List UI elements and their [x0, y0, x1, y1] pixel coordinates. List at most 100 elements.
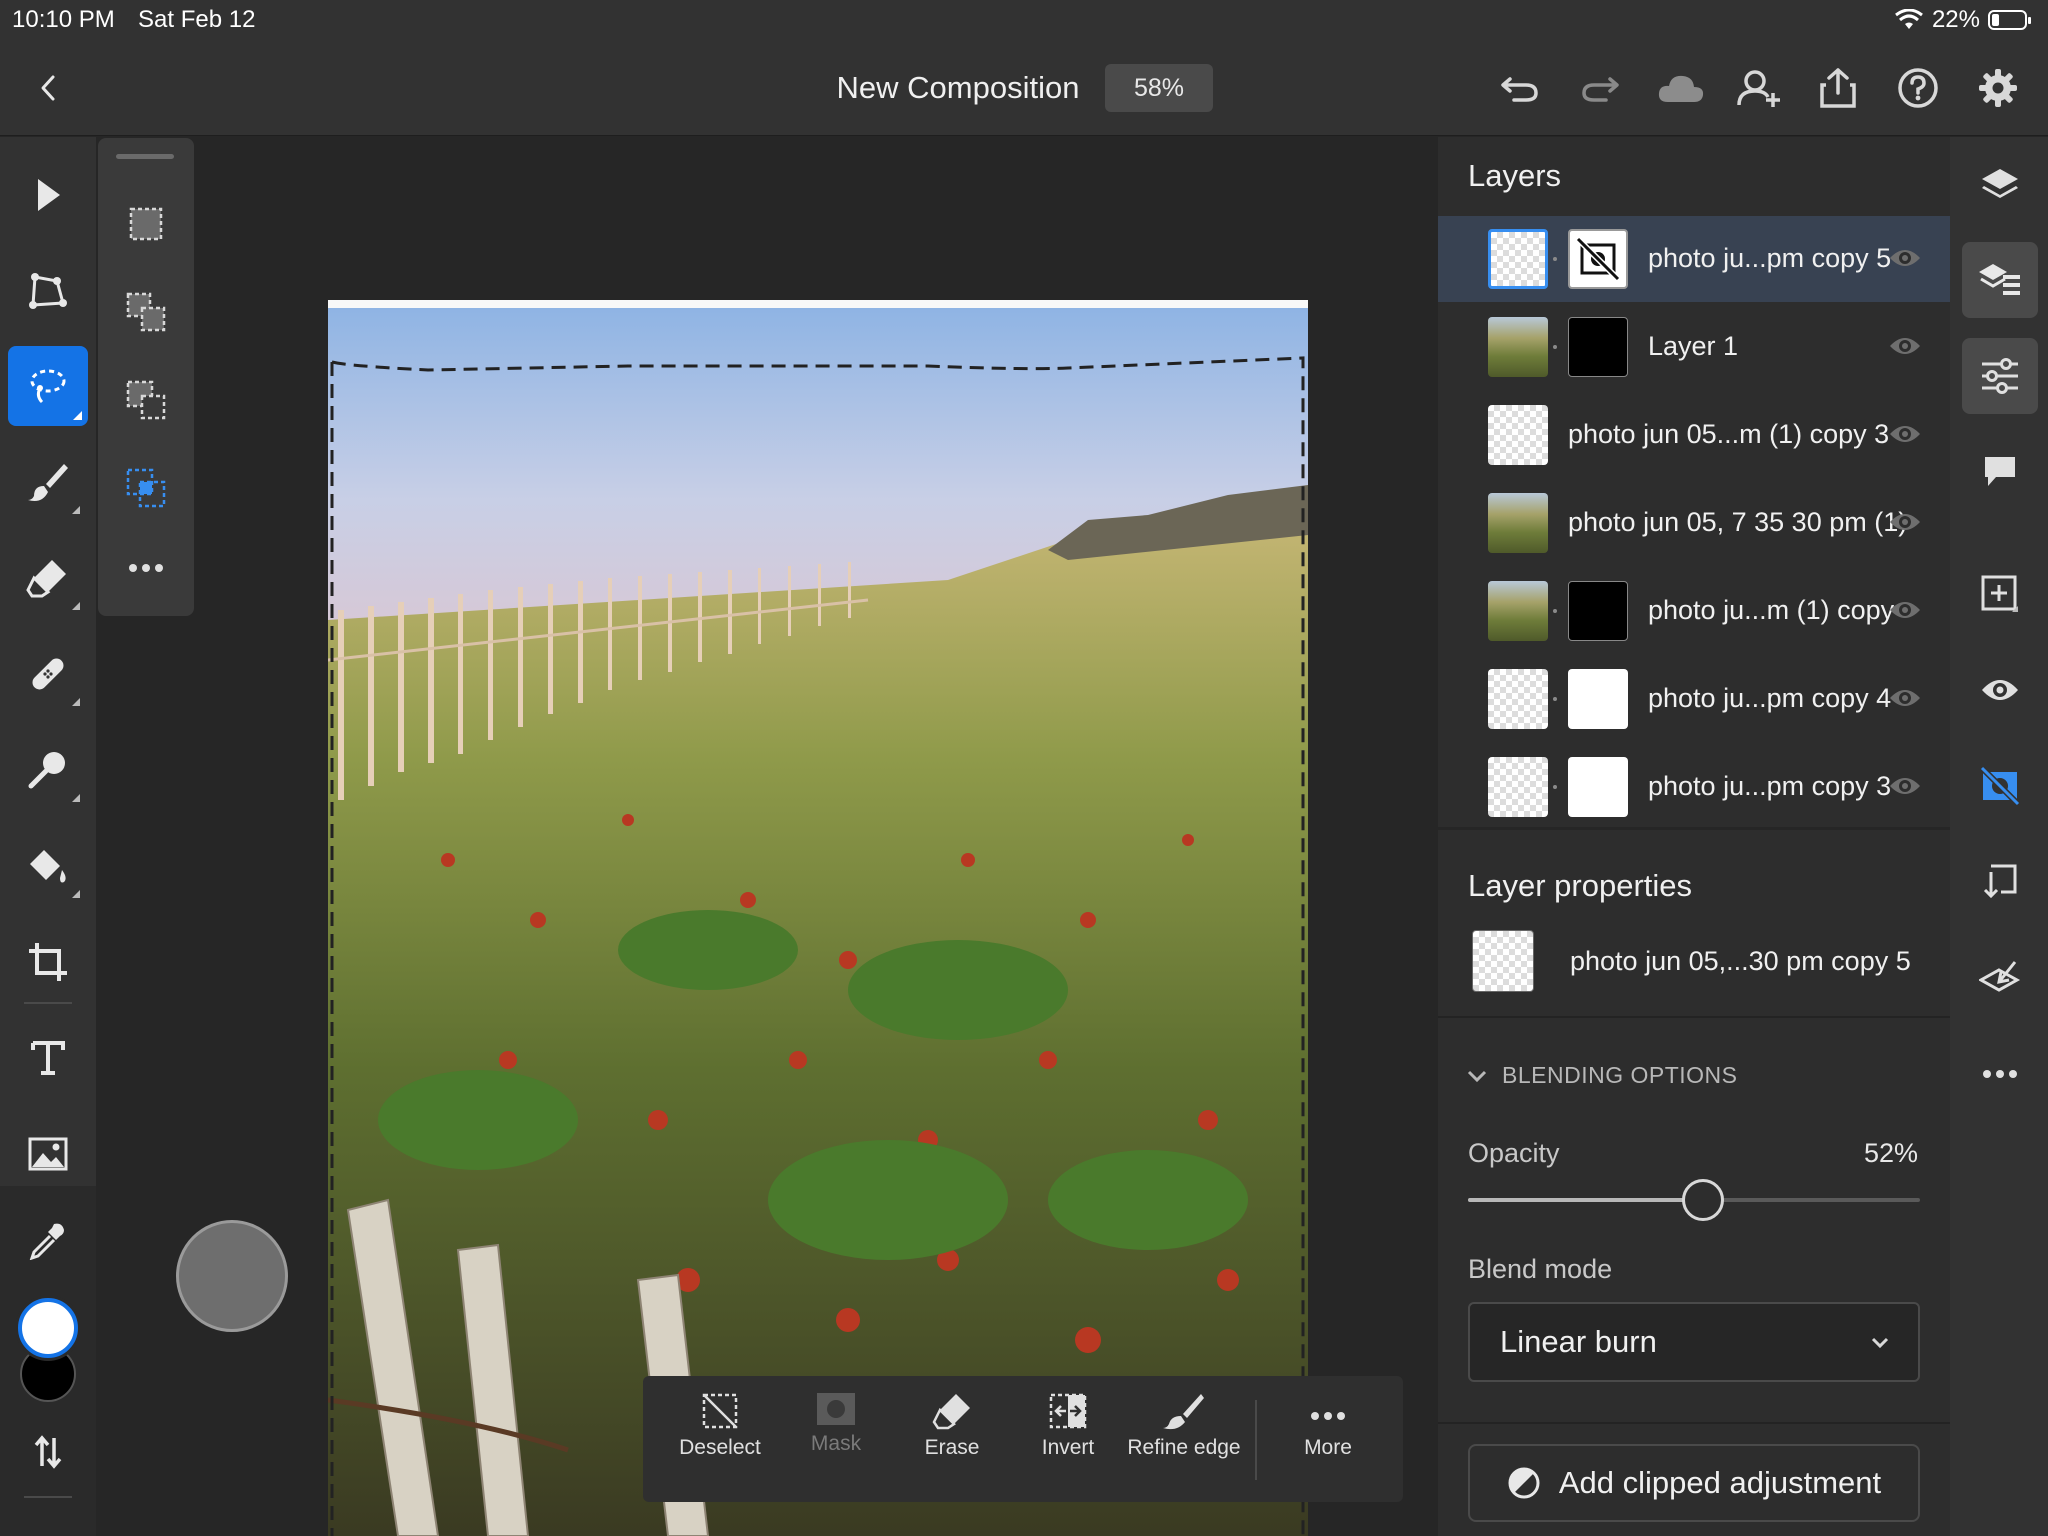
undo-icon [1501, 77, 1538, 102]
clip-layer-rail-button[interactable] [1962, 844, 2038, 920]
add-selection-button[interactable] [108, 274, 184, 350]
battery-percent: 22% [1931, 6, 1980, 33]
hide-mask-rail-button[interactable] [1962, 748, 2038, 824]
select-tool[interactable] [8, 155, 88, 235]
selection-intersect-icon [126, 468, 166, 508]
layer-row[interactable]: photo jun 05...m (1) copy 3 [1438, 392, 1950, 478]
layer-row[interactable]: photo ju...pm copy 5 [1438, 216, 1950, 302]
layer-list-icon [1979, 264, 2020, 295]
submenu-indicator [73, 411, 82, 420]
lasso-select-tool[interactable] [8, 346, 88, 426]
redo-button[interactable] [1578, 66, 1622, 110]
submenu-indicator [72, 506, 80, 514]
brush-size-preview[interactable] [176, 1220, 288, 1332]
layer-name: photo ju...pm copy 5 [1648, 243, 1892, 273]
smudge-tool[interactable] [8, 730, 88, 810]
add-clipped-adjustment-button[interactable]: Add clipped adjustment [1468, 1444, 1920, 1522]
blend-mode-dropdown[interactable]: Linear burn [1468, 1302, 1920, 1382]
layer-row[interactable]: photo ju...pm copy 4 [1438, 656, 1950, 742]
refine-edge-icon [1163, 1394, 1204, 1430]
chevron-down-icon [1871, 1337, 1889, 1349]
place-image-tool[interactable] [8, 1114, 88, 1194]
layer-mask-thumbnail[interactable] [1568, 229, 1628, 289]
brush-tool[interactable] [8, 442, 88, 522]
gear-icon [1979, 69, 2017, 107]
eyedropper-tool[interactable] [8, 1200, 88, 1280]
blending-options-toggle[interactable]: BLENDING OPTIONS [1466, 1062, 1737, 1089]
layer-row[interactable]: photo ju...m (1) copy [1438, 568, 1950, 654]
cloud-button[interactable] [1656, 66, 1706, 110]
visibility-eye-icon[interactable] [1888, 686, 1924, 714]
healing-tool[interactable] [8, 634, 88, 714]
mask-link-indicator [1553, 609, 1557, 613]
intersect-selection-button[interactable] [108, 450, 184, 526]
selection-add-icon [126, 292, 166, 332]
composition-image[interactable] [328, 300, 1308, 1536]
undo-button[interactable] [1498, 66, 1542, 110]
zoom-level[interactable]: 58% [1105, 64, 1213, 112]
layer-properties-rail-button[interactable] [1962, 338, 2038, 414]
lasso-icon [30, 369, 66, 404]
more-layer-options-rail-button[interactable] [1962, 1036, 2038, 1112]
layers-rail-button[interactable] [1962, 148, 2038, 224]
erase-button[interactable]: Erase [894, 1386, 1010, 1486]
layer-mask-thumbnail[interactable] [1568, 581, 1628, 641]
toolbar-divider [24, 1496, 72, 1498]
layer-mask-thumbnail[interactable] [1568, 669, 1628, 729]
eyedropper-icon [29, 1223, 64, 1260]
selection-new-icon [129, 207, 163, 241]
share-button[interactable] [1816, 66, 1860, 110]
layer-row[interactable]: Layer 1 [1438, 304, 1950, 390]
layer-thumbnail [1488, 493, 1548, 553]
new-selection-button[interactable] [108, 186, 184, 262]
layer-mask-thumbnail[interactable] [1568, 757, 1628, 817]
eraser-tool[interactable] [8, 538, 88, 618]
type-tool[interactable] [8, 1018, 88, 1098]
panel-divider [1438, 1016, 1950, 1018]
flyout-handle[interactable] [116, 154, 174, 159]
deselect-label: Deselect [679, 1436, 761, 1459]
visibility-eye-icon[interactable] [1888, 510, 1924, 538]
invert-icon [1049, 1393, 1087, 1429]
submenu-indicator [72, 602, 80, 610]
layer-thumbnail [1488, 229, 1548, 289]
add-layer-rail-button[interactable] [1962, 556, 2038, 632]
visibility-rail-button[interactable] [1962, 652, 2038, 728]
back-button[interactable] [26, 66, 70, 110]
invert-button[interactable]: Invert [1010, 1386, 1126, 1486]
visibility-eye-icon[interactable] [1888, 334, 1924, 362]
swap-colors-button[interactable] [8, 1412, 88, 1492]
foreground-color-swatch[interactable] [18, 1298, 78, 1358]
subtract-selection-button[interactable] [108, 362, 184, 438]
mask-label: Mask [810, 1432, 862, 1455]
more-actions-button[interactable]: More [1270, 1386, 1386, 1486]
mask-link-indicator [1553, 257, 1557, 261]
visibility-eye-icon[interactable] [1888, 598, 1924, 626]
crop-tool[interactable] [8, 922, 88, 1002]
selection-more-button[interactable] [108, 530, 184, 606]
transform-icon [29, 273, 67, 309]
blending-options-label: BLENDING OPTIONS [1502, 1062, 1738, 1088]
transform-tool[interactable] [8, 250, 88, 330]
blend-mode-value: Linear burn [1500, 1324, 1657, 1359]
invite-button[interactable] [1736, 66, 1784, 110]
opacity-slider-thumb[interactable] [1682, 1179, 1725, 1221]
mask-link-indicator [1553, 785, 1557, 789]
refine-edge-button[interactable]: Refine edge [1126, 1386, 1242, 1486]
visibility-eye-icon[interactable] [1888, 422, 1924, 450]
paint-bucket-tool[interactable] [8, 826, 88, 906]
mask-button[interactable]: Mask [778, 1386, 894, 1486]
layer-row[interactable]: photo jun 05, 7 35 30 pm (1) [1438, 480, 1950, 566]
layer-mask-thumbnail[interactable] [1568, 317, 1628, 377]
visibility-eye-icon[interactable] [1888, 774, 1924, 802]
layer-list-rail-button[interactable] [1962, 242, 2038, 318]
layer-row[interactable]: photo ju...pm copy 3 [1438, 744, 1950, 830]
layer-name: Layer 1 [1648, 331, 1739, 361]
deselect-button[interactable]: Deselect [662, 1386, 778, 1486]
help-button[interactable] [1896, 66, 1940, 110]
visibility-eye-icon[interactable] [1888, 246, 1924, 274]
settings-button[interactable] [1976, 66, 2020, 110]
comments-rail-button[interactable] [1962, 434, 2038, 510]
opacity-slider-track[interactable] [1468, 1179, 1920, 1221]
merge-layers-rail-button[interactable] [1962, 940, 2038, 1016]
